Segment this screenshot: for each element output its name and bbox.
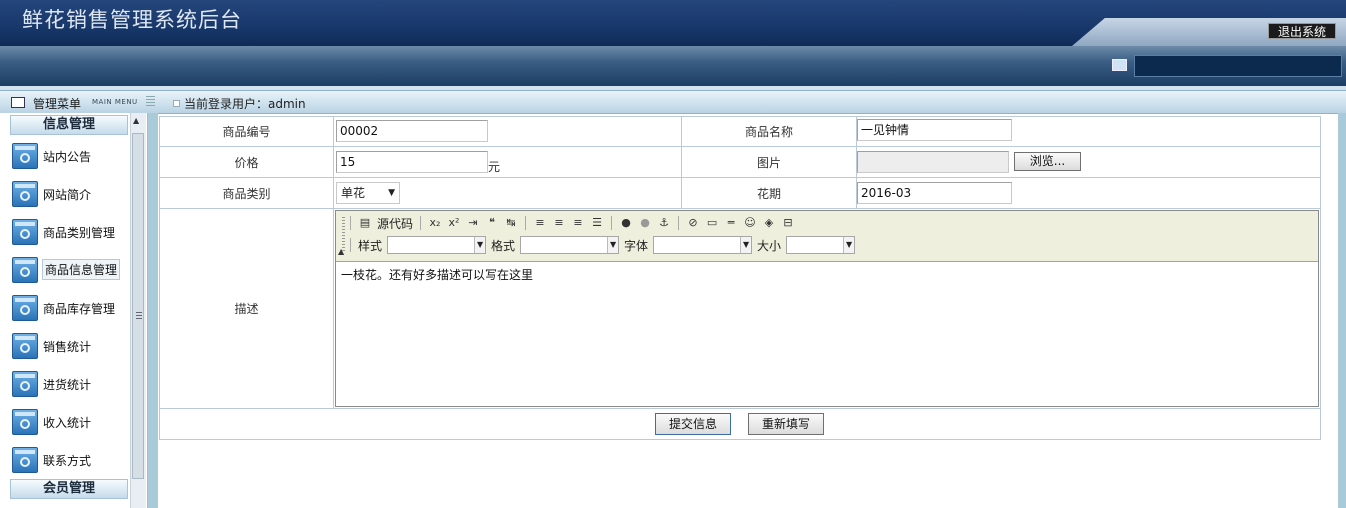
scrollbar-thumb[interactable]	[132, 133, 144, 479]
settings-window-icon	[12, 219, 38, 245]
size-label: 大小	[757, 238, 782, 253]
settings-window-icon	[12, 181, 38, 207]
horizontal-rule-icon[interactable]: ═	[724, 216, 738, 230]
sidebar-item-sales-stats[interactable]: 销售统计	[10, 332, 128, 360]
editor-toolbar-row-1: ▤ 源代码 x₂ x² ⇥ ❝ ↹ ≡ ≡ ≡ ☰ ● ● ⚓ ⊘ ▭ ═ ☺ …	[348, 213, 795, 233]
logout-button[interactable]: 退出系统	[1268, 23, 1336, 39]
sidebar-item-stock-mgmt[interactable]: 商品库存管理	[10, 294, 128, 322]
menu-bar: 管理菜单 MAIN MENU 当前登录用户：admin	[0, 90, 1346, 114]
anchor-icon[interactable]: ⚓	[657, 216, 671, 230]
dropdown-arrow-icon: ▼	[607, 237, 619, 253]
indent-icon[interactable]: ⇥	[466, 216, 480, 230]
sidebar-item-site-intro[interactable]: 网站简介	[10, 180, 128, 208]
align-left-icon[interactable]: ≡	[533, 216, 547, 230]
format-label: 格式	[491, 238, 516, 253]
style-label: 样式	[358, 238, 383, 253]
editor-toolbar-row-2: 样式 ▼ 格式 ▼ 字体 ▼ 大小 ▼	[348, 235, 856, 255]
toolbar-collapse-icon[interactable]: ▲	[338, 247, 344, 256]
scroll-up-arrow-icon[interactable]: ▲	[133, 116, 139, 125]
category-select[interactable]: 单花 ▼	[336, 182, 400, 204]
sidebar-item-product-info[interactable]: 商品信息管理	[10, 256, 128, 284]
app-header: 鲜花销售管理系统后台 退出系统	[0, 0, 1346, 46]
create-div-icon[interactable]: ↹	[504, 216, 518, 230]
special-char-icon[interactable]: ◈	[762, 216, 776, 230]
price-label: 价格	[159, 146, 334, 178]
source-icon[interactable]: ▤	[358, 216, 372, 230]
menu-lines-icon	[146, 96, 155, 106]
name-label: 商品名称	[681, 116, 857, 147]
sidebar-item-announcements[interactable]: 站内公告	[10, 142, 128, 170]
flash-icon[interactable]: ⊘	[686, 216, 700, 230]
editor-content[interactable]: 一枝花。还有好多描述可以写在这里	[341, 266, 533, 283]
form-actions	[159, 408, 1321, 440]
sidebar-item-category-mgmt[interactable]: 商品类别管理	[10, 218, 128, 246]
header-sub-bar	[0, 46, 1346, 86]
description-label: 描述	[159, 208, 334, 409]
sidebar-section-members[interactable]: 会员管理	[10, 479, 128, 499]
current-user: 当前登录用户：admin	[184, 97, 306, 111]
browse-button[interactable]: 浏览...	[1014, 152, 1081, 171]
product-code-input[interactable]: 00002	[336, 120, 488, 142]
settings-window-icon	[12, 447, 38, 473]
menu-panel-icon	[11, 97, 25, 108]
settings-window-icon	[12, 257, 38, 283]
price-unit: 元	[488, 160, 501, 174]
font-combo[interactable]: ▼	[653, 236, 753, 254]
blockquote-icon[interactable]: ❝	[485, 216, 499, 230]
superscript-icon[interactable]: x²	[447, 216, 461, 230]
dropdown-arrow-icon: ▼	[740, 237, 752, 253]
editor-toolbar: ▲ ▤ 源代码 x₂ x² ⇥ ❝ ↹ ≡ ≡ ≡ ☰ ● ● ⚓ ⊘ ▭ ═ …	[336, 211, 1318, 262]
sidebar-item-purchase-stats[interactable]: 进货统计	[10, 370, 128, 398]
size-combo[interactable]: ▼	[786, 236, 856, 254]
settings-window-icon	[12, 371, 38, 397]
submit-button[interactable]: 提交信息	[655, 413, 731, 435]
sidebar: 信息管理 站内公告 网站简介 商品类别管理 商品信息管理 商品库存管理 销售统计…	[0, 113, 148, 508]
season-label: 花期	[681, 177, 857, 209]
sidebar-scrollbar[interactable]: ▲	[130, 113, 146, 508]
reset-button[interactable]: 重新填写	[748, 413, 824, 435]
settings-window-icon	[12, 295, 38, 321]
settings-window-icon	[12, 143, 38, 169]
image-path-input[interactable]	[857, 151, 1009, 173]
sidebar-item-income-stats[interactable]: 收入统计	[10, 408, 128, 436]
align-center-icon[interactable]: ≡	[552, 216, 566, 230]
smiley-icon[interactable]: ☺	[743, 216, 757, 230]
image-label: 图片	[681, 146, 857, 178]
format-combo[interactable]: ▼	[520, 236, 620, 254]
page-break-icon[interactable]: ⊟	[781, 216, 795, 230]
rich-text-editor[interactable]: ▲ ▤ 源代码 x₂ x² ⇥ ❝ ↹ ≡ ≡ ≡ ☰ ● ● ⚓ ⊘ ▭ ═ …	[335, 210, 1319, 407]
header-slot	[1134, 55, 1342, 77]
price-input[interactable]: 15	[336, 151, 488, 173]
bullet-icon	[173, 100, 180, 107]
settings-window-icon	[12, 409, 38, 435]
align-right-icon[interactable]: ≡	[571, 216, 585, 230]
monitor-icon	[1112, 59, 1127, 71]
style-combo[interactable]: ▼	[387, 236, 487, 254]
code-label: 商品编号	[159, 116, 334, 147]
align-justify-icon[interactable]: ☰	[590, 216, 604, 230]
subscript-icon[interactable]: x₂	[428, 216, 442, 230]
sidebar-section-info[interactable]: 信息管理	[10, 115, 128, 135]
table-icon[interactable]: ▭	[705, 216, 719, 230]
source-button[interactable]: 源代码	[377, 215, 413, 232]
product-name-input[interactable]: 一见钟情	[857, 119, 1012, 141]
font-label: 字体	[624, 238, 649, 253]
dropdown-arrow-icon: ▼	[843, 237, 855, 253]
settings-window-icon	[12, 333, 38, 359]
dropdown-arrow-icon: ▼	[474, 237, 486, 253]
dropdown-arrow-icon: ▼	[388, 188, 395, 198]
unlink-icon[interactable]: ●	[638, 216, 652, 230]
menu-subtitle: MAIN MENU	[92, 98, 138, 106]
app-title: 鲜花销售管理系统后台	[22, 8, 242, 32]
sidebar-item-contact[interactable]: 联系方式	[10, 446, 128, 474]
season-input[interactable]: 2016-03	[857, 182, 1012, 204]
link-icon[interactable]: ●	[619, 216, 633, 230]
category-label: 商品类别	[159, 177, 334, 209]
menu-title: 管理菜单	[33, 97, 82, 111]
